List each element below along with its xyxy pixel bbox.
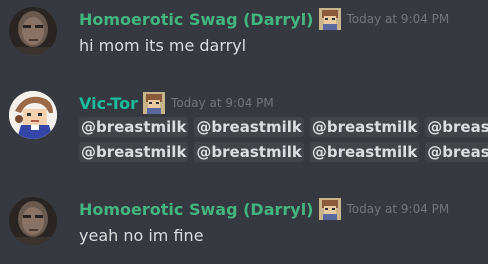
message-timestamp: Today at 9:04 PM [171,96,274,110]
user-mention[interactable]: @breastmilk [79,117,189,137]
dark-face-avatar-icon [9,7,57,55]
user-mention[interactable]: @breas [425,117,488,137]
user-avatar[interactable] [9,7,57,55]
author-name[interactable]: Vic-Tor [79,94,138,113]
message-text: hi mom its me darryl [79,36,247,55]
role-badge-icon [318,198,341,220]
mention-line: @breastmilk @breastmilk @breastmilk @breas [79,117,488,137]
author-name[interactable]: Homoerotic Swag (Darryl) [79,10,314,29]
message-header: Vic-Tor Today at 9:04 PM [79,92,274,114]
cartoon-character-avatar-icon [9,91,57,139]
user-mention[interactable]: @breastmilk [309,117,420,137]
dark-face-avatar-icon [9,197,57,245]
message-timestamp: Today at 9:04 PM [346,202,450,216]
message-header: Homoerotic Swag (Darryl) Today at 9:04 P… [79,198,449,220]
user-mention[interactable]: @breastmilk [79,142,189,162]
role-badge-icon [318,8,341,30]
user-mention[interactable]: @breastmilk [194,142,304,162]
message-timestamp: Today at 9:04 PM [346,12,450,26]
user-mention[interactable]: @breas [425,142,488,162]
message-header: Homoerotic Swag (Darryl) Today at 9:04 P… [79,8,449,30]
author-name[interactable]: Homoerotic Swag (Darryl) [79,200,314,219]
user-mention[interactable]: @breastmilk [194,117,304,137]
message-text: yeah no im fine [79,226,204,245]
mention-line: @breastmilk @breastmilk @breastmilk @breas [79,142,488,162]
role-badge-icon [143,92,166,114]
user-avatar[interactable] [9,197,57,245]
chat-messages: Homoerotic Swag (Darryl) Today at 9:04 P… [0,0,488,264]
user-avatar[interactable] [9,91,57,139]
user-mention[interactable]: @breastmilk [309,142,420,162]
